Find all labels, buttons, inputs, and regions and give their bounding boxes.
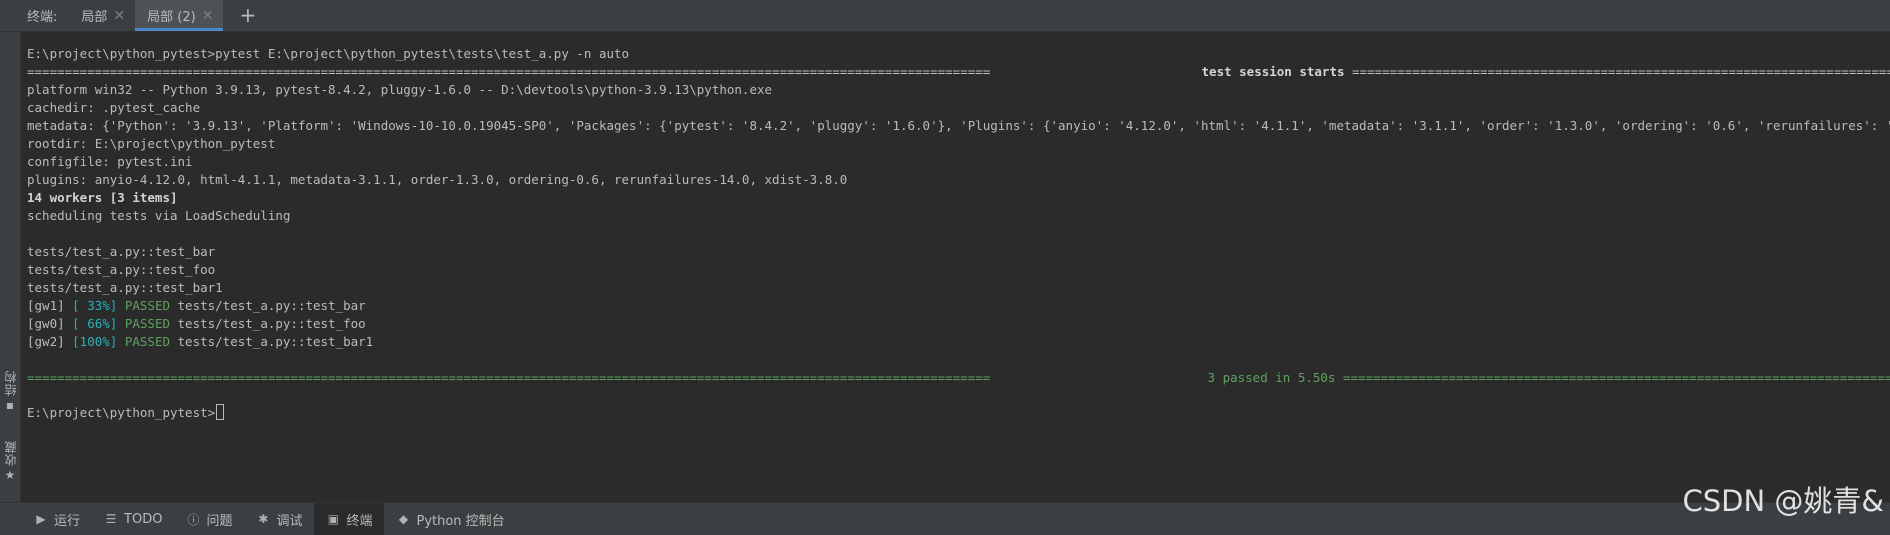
terminal-output[interactable]: E:\project\python_pytest>pytest E:\proje… [21,32,1890,502]
favorites-tool-button[interactable]: 收藏 ★ [0,440,20,482]
terminal-tab-bar: 终端: 局部 ✕ 局部 (2) ✕ + [0,0,1890,32]
prompt-line[interactable]: E:\project\python_pytest> [27,404,225,422]
watermark: CSDN @姚青& [1682,484,1884,518]
bottom-tool-bar: ▶ 运行 ☰ TODO ⓘ 问题 ✱ 调试 ▣ 终端 ◆ Python 控制台 [0,502,1890,535]
terminal-tool-button[interactable]: ▣ 终端 [314,503,385,535]
tab-local-label: 局部 [81,10,108,25]
python-console-tool-button[interactable]: ◆ Python 控制台 [384,503,516,535]
test-id: tests/test_a.py::test_bar1 [177,334,374,349]
rootdir-line: rootdir: E:\project\python_pytest [27,136,276,151]
collected-test: tests/test_a.py::test_bar1 [27,280,223,295]
terminal-title: 终端: [27,10,58,25]
text-cursor[interactable] [216,404,225,420]
test-id: tests/test_a.py::test_bar [177,298,366,313]
result-line: [gw2] [100%] PASSED tests/test_a.py::tes… [27,333,373,351]
todo-label: TODO [124,511,163,527]
python-icon: ◆ [398,512,409,526]
command-line: E:\project\python_pytest>pytest E:\proje… [27,46,630,61]
problems-icon: ⓘ [187,512,200,527]
session-header: ========================================… [27,63,1890,81]
close-icon[interactable]: ✕ [202,8,214,24]
todo-list-icon: ☰ [105,512,117,526]
status-passed: PASSED [117,298,178,313]
progress-percent: [ 66%] [72,316,118,331]
collected-test: tests/test_a.py::test_bar [27,244,216,259]
terminal-label: 终端 [346,513,373,529]
structure-icon: ▪ [5,398,15,412]
play-icon: ▶ [36,512,46,526]
terminal-icon: ▣ [327,512,340,526]
configfile-line: configfile: pytest.ini [27,154,193,169]
separator: ========================================… [1352,64,1890,79]
left-tool-strip: 结构 ▪ 收藏 ★ [0,32,21,502]
worker-id: [gw0] [27,316,73,331]
workers-line: 14 workers [3 items] [27,190,178,205]
progress-percent: [ 33%] [72,298,118,313]
collected-test: tests/test_a.py::test_foo [27,262,216,277]
run-tool-button[interactable]: ▶ 运行 [22,503,92,535]
tab-local[interactable]: 局部 ✕ [69,0,135,31]
scheduling-line: scheduling tests via LoadScheduling [27,208,291,223]
status-passed: PASSED [117,334,178,349]
close-icon[interactable]: ✕ [113,8,125,24]
result-line: [gw1] [ 33%] PASSED tests/test_a.py::tes… [27,297,366,315]
plugins-line: plugins: anyio-4.12.0, html-4.1.1, metad… [27,172,848,187]
test-id: tests/test_a.py::test_foo [177,316,366,331]
cachedir-line: cachedir: .pytest_cache [27,100,201,115]
favorites-label: 收藏 [3,440,18,466]
platform-line: platform win32 -- Python 3.9.13, pytest-… [27,82,773,97]
debug-label: 调试 [276,513,303,529]
separator: ========================================… [27,64,991,79]
run-label: 运行 [54,513,81,529]
todo-tool-button[interactable]: ☰ TODO [92,503,174,535]
progress-percent: [100%] [72,334,118,349]
python-console-label: Python 控制台 [416,513,505,529]
separator: ========================================… [1343,370,1890,385]
add-tab-icon[interactable]: + [233,0,262,31]
status-passed: PASSED [117,316,178,331]
metadata-line: metadata: {'Python': '3.9.13', 'Platform… [27,118,1890,133]
tab-local-2[interactable]: 局部 (2) ✕ [135,0,224,31]
worker-id: [gw2] [27,334,73,349]
result-line: [gw0] [ 66%] PASSED tests/test_a.py::tes… [27,315,366,333]
tab-local-2-label: 局部 (2) [147,10,196,25]
summary-line: ========================================… [27,369,1890,387]
star-icon: ★ [4,468,16,482]
debug-tool-button[interactable]: ✱ 调试 [244,503,314,535]
bug-icon: ✱ [258,512,269,526]
problems-tool-button[interactable]: ⓘ 问题 [174,503,244,535]
problems-label: 问题 [206,513,233,529]
prompt: E:\project\python_pytest> [27,405,216,420]
structure-label: 结构 [3,370,18,396]
worker-id: [gw1] [27,298,73,313]
separator: ========================================… [27,370,991,385]
structure-tool-button[interactable]: 结构 ▪ [0,370,20,412]
session-header-title: test session starts [1194,64,1353,79]
summary-title: 3 passed in 5.50s [1200,370,1343,385]
